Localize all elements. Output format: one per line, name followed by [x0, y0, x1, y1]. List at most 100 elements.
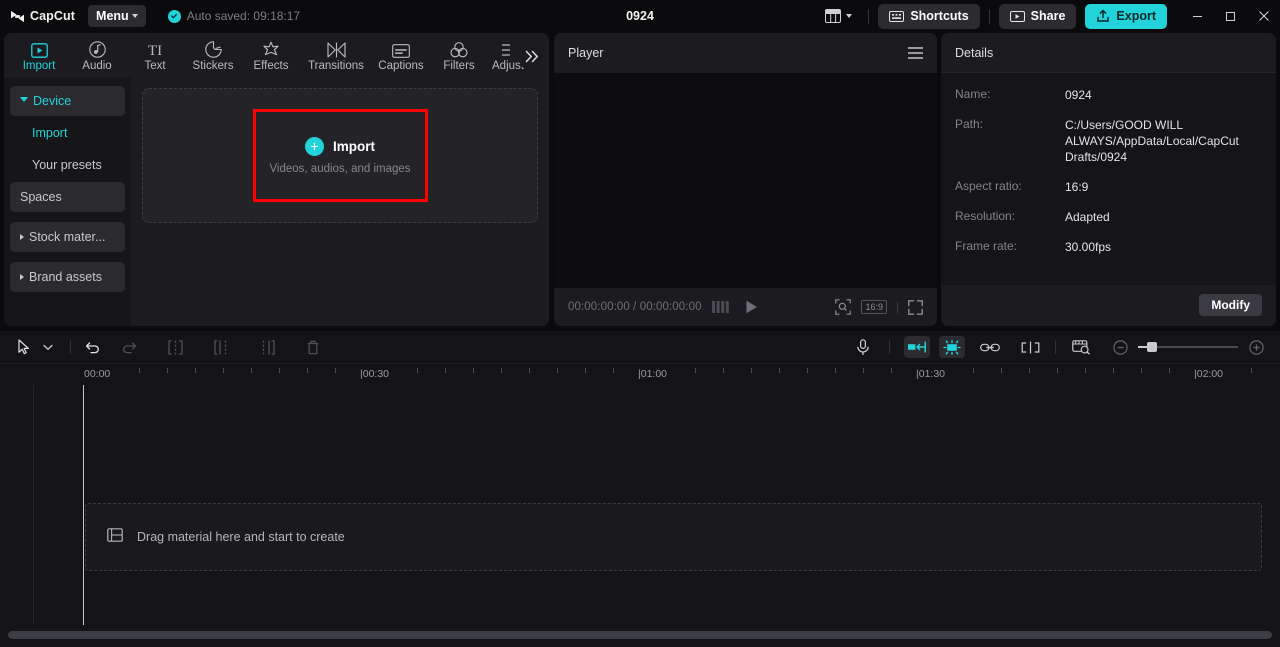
- sidebar-item-import[interactable]: Import: [10, 118, 125, 148]
- redo-button[interactable]: [117, 335, 141, 359]
- sidebar-item-label: Your presets: [32, 158, 102, 172]
- titlebar-actions: Shortcuts Share Export: [818, 0, 1280, 32]
- sidebar-item-brand-assets[interactable]: Brand assets: [10, 262, 125, 292]
- tab-label: Captions: [378, 60, 424, 72]
- auto-snap-button[interactable]: [1017, 336, 1043, 358]
- adjust-icon: [501, 39, 515, 58]
- aspect-ratio-button[interactable]: 16:9: [861, 300, 887, 314]
- playhead[interactable]: [83, 385, 84, 625]
- player-stage[interactable]: [554, 73, 937, 288]
- timeline-ruler[interactable]: 00:00 |00:30 |01:00 |01:30 |02:00: [0, 363, 1280, 385]
- export-button[interactable]: Export: [1085, 3, 1167, 29]
- tab-filters[interactable]: Filters: [430, 34, 488, 78]
- detail-row-aspect-ratio: Aspect ratio: 16:9: [955, 179, 1262, 195]
- chevron-right-icon: [20, 234, 24, 240]
- tab-captions[interactable]: Captions: [372, 34, 430, 78]
- select-tool-button[interactable]: [12, 335, 36, 359]
- chevron-double-right-icon: [525, 50, 538, 62]
- sidebar-item-label: Brand assets: [29, 270, 102, 284]
- media-content: + Import Videos, audios, and images: [131, 78, 549, 326]
- media-dropzone[interactable]: + Import Videos, audios, and images: [142, 88, 538, 223]
- media-sidebar: Device Import Your presets Spaces Stock …: [4, 78, 131, 326]
- detail-value: 16:9: [1065, 180, 1089, 194]
- ruler-tick: [613, 368, 614, 373]
- link-clips-button[interactable]: [977, 336, 1003, 358]
- tab-text[interactable]: TI Text: [126, 34, 184, 78]
- shortcuts-button[interactable]: Shortcuts: [878, 3, 980, 29]
- tab-audio[interactable]: Audio: [68, 34, 126, 78]
- chevron-right-icon: [20, 274, 24, 280]
- zoom-preview-icon[interactable]: [835, 299, 852, 315]
- effects-icon: [262, 39, 280, 58]
- sidebar-item-your-presets[interactable]: Your presets: [10, 150, 125, 180]
- menu-button[interactable]: Menu: [88, 5, 146, 27]
- ruler-tick: [1113, 368, 1114, 373]
- ruler-tick: [501, 368, 502, 373]
- trim-left-button[interactable]: [209, 335, 233, 359]
- ruler-label: 00:00: [84, 368, 111, 380]
- maximize-button[interactable]: [1214, 0, 1247, 32]
- ruler-label: |00:30: [360, 368, 390, 380]
- frames-icon[interactable]: [711, 301, 729, 313]
- capcut-logo-icon: [11, 10, 24, 22]
- minimize-button[interactable]: [1181, 0, 1214, 32]
- ruler-tick: [167, 368, 168, 373]
- tab-label: Audio: [82, 60, 112, 72]
- split-button[interactable]: [163, 335, 187, 359]
- details-footer: Modify: [941, 285, 1276, 325]
- divider: [70, 340, 71, 354]
- tab-transitions[interactable]: Transitions: [300, 34, 372, 78]
- snap-to-clip-button[interactable]: [904, 336, 930, 358]
- ruler-tick: [139, 368, 140, 373]
- play-button[interactable]: [745, 300, 758, 314]
- details-body: Name: 0924 Path: C:/Users/GOOD WILL ALWA…: [941, 73, 1276, 325]
- delete-button[interactable]: [301, 335, 325, 359]
- select-tool-dropdown[interactable]: [36, 335, 60, 359]
- chevron-down-icon: [20, 97, 28, 105]
- player-menu-icon[interactable]: [908, 47, 923, 59]
- share-button[interactable]: Share: [998, 3, 1077, 29]
- record-voiceover-button[interactable]: [851, 335, 875, 359]
- captions-icon: [392, 39, 410, 58]
- undo-button[interactable]: [81, 335, 105, 359]
- magnetic-snap-button[interactable]: [939, 336, 965, 358]
- tab-import[interactable]: Import: [10, 34, 68, 78]
- timeline-zoom-slider[interactable]: [1108, 335, 1268, 359]
- detail-value: 0924: [1065, 88, 1092, 102]
- cover-settings-button[interactable]: [1068, 336, 1094, 358]
- timeline-panel: 00:00 |00:30 |01:00 |01:30 |02:00 Drag m…: [0, 331, 1280, 647]
- timeline-horizontal-scrollbar[interactable]: [8, 631, 1272, 639]
- sidebar-item-stock-materials[interactable]: Stock mater...: [10, 222, 125, 252]
- share-label: Share: [1030, 9, 1066, 23]
- divider: [897, 301, 898, 313]
- sidebar-item-device[interactable]: Device: [10, 86, 125, 116]
- ruler-tick: [279, 368, 280, 373]
- zoom-in-button[interactable]: [1244, 335, 1268, 359]
- zoom-out-button[interactable]: [1108, 335, 1132, 359]
- layout-switcher-button[interactable]: [818, 5, 859, 27]
- import-button[interactable]: + Import Videos, audios, and images: [252, 109, 428, 202]
- ruler-label: |02:00: [1194, 368, 1224, 380]
- fullscreen-icon[interactable]: [908, 299, 923, 315]
- plus-icon: +: [305, 136, 324, 156]
- modify-button[interactable]: Modify: [1199, 294, 1262, 316]
- trim-right-button[interactable]: [255, 335, 279, 359]
- more-tabs-button[interactable]: [521, 45, 543, 67]
- autosave-text: Auto saved: 09:18:17: [186, 9, 301, 23]
- close-button[interactable]: [1247, 0, 1280, 32]
- sidebar-item-spaces[interactable]: Spaces: [10, 182, 125, 212]
- export-icon: [1097, 9, 1110, 22]
- zoom-handle[interactable]: [1147, 342, 1157, 352]
- drop-track[interactable]: Drag material here and start to create: [85, 503, 1262, 571]
- zoom-track[interactable]: [1138, 342, 1238, 352]
- ruler-tick: [695, 368, 696, 373]
- autosave-status: Auto saved: 09:18:17: [167, 9, 301, 23]
- ruler-tick: [307, 368, 308, 373]
- timeline-canvas[interactable]: Drag material here and start to create: [0, 385, 1280, 625]
- ruler-tick: [973, 368, 974, 373]
- tab-effects[interactable]: Effects: [242, 34, 300, 78]
- ruler-tick: [1141, 368, 1142, 373]
- detail-row-frame-rate: Frame rate: 30.00fps: [955, 239, 1262, 255]
- tab-stickers[interactable]: Stickers: [184, 34, 242, 78]
